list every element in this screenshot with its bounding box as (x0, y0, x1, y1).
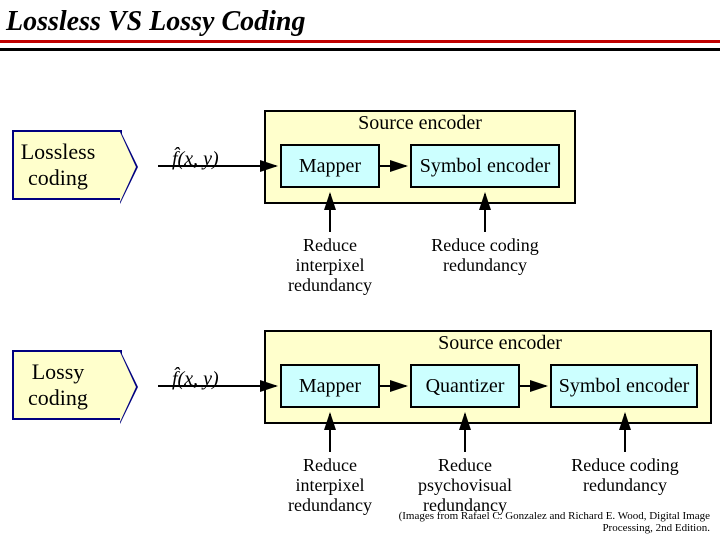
lossless-stage-mapper: Mapper (280, 144, 380, 188)
lossless-label: Lossless coding (21, 139, 96, 191)
lossless-block: Lossless coding (12, 130, 122, 200)
lossless-caption-1: Reduce coding redundancy (425, 236, 545, 276)
lossless-stage-symbol: Symbol encoder (410, 144, 560, 188)
diagram-canvas: Lossless coding f̂(x, y) Source encoder … (0, 48, 720, 538)
citation: (Images from Rafael C. Gonzalez and Rich… (390, 510, 710, 534)
lossy-caption-2: Reduce coding redundancy (565, 456, 685, 496)
lossy-input: f̂(x, y) (172, 368, 219, 391)
lossless-caption-0: Reduce interpixel redundancy (270, 236, 390, 295)
lossy-caption-1: Reduce psychovisual redundancy (405, 456, 525, 515)
lossy-stage-symbol: Symbol encoder (550, 364, 698, 408)
lossy-caption-0: Reduce interpixel redundancy (270, 456, 390, 515)
lossy-stage-quantizer: Quantizer (410, 364, 520, 408)
lossless-input: f̂(x, y) (172, 148, 219, 171)
lossy-label: Lossy coding (28, 359, 88, 411)
lossy-stage-mapper: Mapper (280, 364, 380, 408)
title-rule (0, 40, 720, 43)
lossless-encoder-label: Source encoder (264, 112, 576, 135)
lossy-block: Lossy coding (12, 350, 122, 420)
page-title: Lossless VS Lossy Coding (0, 0, 720, 40)
lossy-encoder-label: Source encoder (400, 332, 600, 355)
